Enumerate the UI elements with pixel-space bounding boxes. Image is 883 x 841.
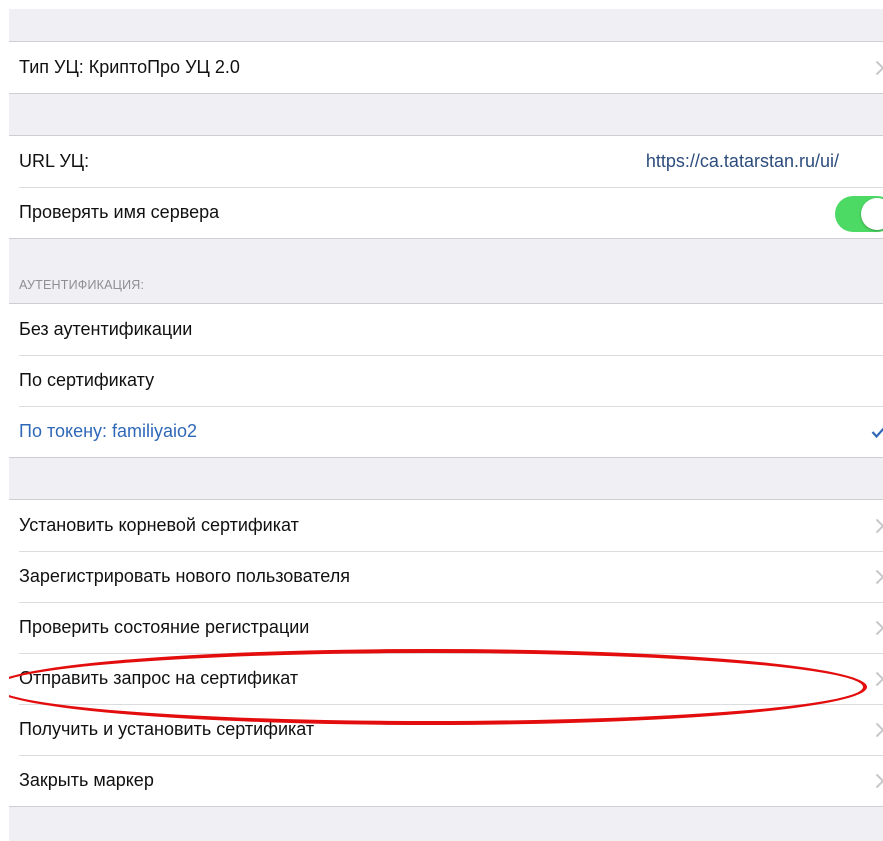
action-label: Установить корневой сертификат	[19, 515, 299, 535]
authentication-section: Без аутентификации По сертификату По ток…	[9, 303, 883, 458]
chevron-right-icon	[873, 755, 883, 806]
connection-section: URL УЦ: https://ca.tatarstan.ru/ui/ Пров…	[9, 135, 883, 239]
auth-option-label: По сертификату	[19, 370, 155, 390]
check-server-name-toggle[interactable]	[835, 196, 883, 232]
register-new-user-row[interactable]: Зарегистрировать нового пользователя	[9, 551, 883, 602]
ca-url-label: URL УЦ:	[19, 151, 90, 171]
send-certificate-request-row[interactable]: Отправить запрос на сертификат	[9, 653, 883, 704]
action-label: Зарегистрировать нового пользователя	[19, 566, 350, 586]
checkmark-icon	[871, 406, 883, 457]
auth-option-label: Без аутентификации	[19, 319, 193, 339]
auth-option-none[interactable]: Без аутентификации	[9, 304, 883, 355]
authentication-header-label: АУТЕНТИФИКАЦИЯ:	[19, 278, 145, 292]
auth-option-label: По токену: familiyaio2	[19, 421, 198, 441]
auth-option-token[interactable]: По токену: familiyaio2	[9, 406, 883, 457]
action-label: Проверить состояние регистрации	[19, 617, 310, 637]
action-label: Отправить запрос на сертификат	[19, 668, 299, 688]
settings-screen: Тип УЦ: КриптоПро УЦ 2.0 URL УЦ: https:/…	[9, 9, 883, 841]
close-token-row[interactable]: Закрыть маркер	[9, 755, 883, 806]
ca-url-value: https://ca.tatarstan.ru/ui/	[645, 151, 839, 171]
authentication-header: АУТЕНТИФИКАЦИЯ:	[9, 239, 883, 303]
ca-type-label: Тип УЦ: КриптоПро УЦ 2.0	[19, 57, 240, 77]
get-install-certificate-row[interactable]: Получить и установить сертификат	[9, 704, 883, 755]
install-root-certificate-row[interactable]: Установить корневой сертификат	[9, 500, 883, 551]
chevron-right-icon	[873, 602, 883, 653]
chevron-right-icon	[873, 500, 883, 551]
action-label: Получить и установить сертификат	[19, 719, 315, 739]
top-spacer	[9, 9, 883, 41]
chevron-right-icon	[873, 653, 883, 704]
check-server-name-label: Проверять имя сервера	[19, 202, 220, 222]
chevron-right-icon	[873, 551, 883, 602]
chevron-right-icon	[873, 704, 883, 755]
ca-url-row[interactable]: URL УЦ: https://ca.tatarstan.ru/ui/	[9, 136, 883, 187]
ca-type-section: Тип УЦ: КриптоПро УЦ 2.0	[9, 41, 883, 94]
toggle-knob	[861, 198, 883, 230]
check-registration-status-row[interactable]: Проверить состояние регистрации	[9, 602, 883, 653]
action-label: Закрыть маркер	[19, 770, 154, 790]
actions-section: Установить корневой сертификат Зарегистр…	[9, 499, 883, 807]
ca-type-row[interactable]: Тип УЦ: КриптоПро УЦ 2.0	[9, 42, 883, 93]
chevron-right-icon	[873, 42, 883, 93]
auth-option-certificate[interactable]: По сертификату	[9, 355, 883, 406]
check-server-name-row: Проверять имя сервера	[9, 187, 883, 238]
